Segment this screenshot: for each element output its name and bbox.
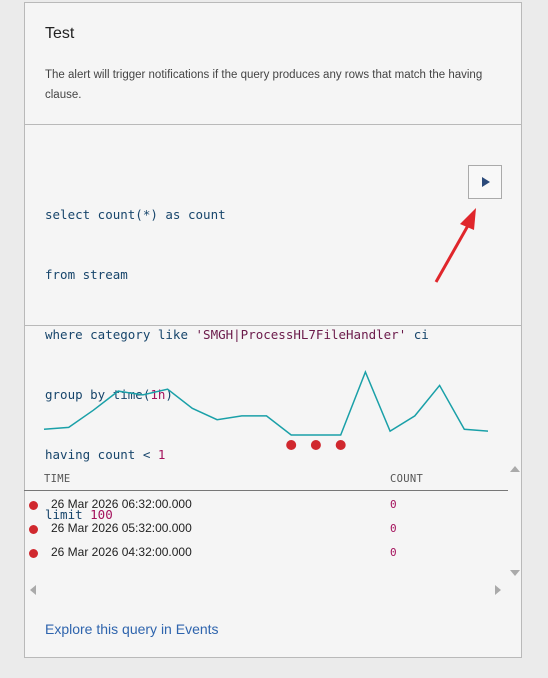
query-string-literal: 'SMGH|ProcessHL7FileHandler' (195, 327, 407, 342)
alert-dot-icon (29, 549, 38, 558)
alert-results-chart (43, 370, 488, 450)
row-count: 0 (390, 498, 397, 511)
query-text: from stream (45, 267, 128, 282)
row-time: 26 Mar 2026 05:32:00.000 (51, 521, 192, 535)
alert-header-section: Test The alert will trigger notification… (25, 3, 521, 125)
alert-dot-icon (29, 525, 38, 534)
play-icon (482, 177, 490, 187)
alert-description: The alert will trigger notifications if … (45, 69, 483, 101)
chart-series-line (43, 370, 488, 436)
column-header-time[interactable]: TIME (44, 473, 71, 485)
alert-marker-point[interactable] (286, 440, 297, 450)
scroll-up-icon[interactable] (510, 466, 520, 472)
page-title: Test (45, 25, 75, 42)
row-time: 26 Mar 2026 04:32:00.000 (51, 545, 192, 559)
table-row[interactable]: 26 Mar 2026 06:32:00.000 0 (24, 493, 508, 517)
explore-query-link[interactable]: Explore this query in Events (45, 621, 219, 637)
row-count: 0 (390, 522, 397, 535)
query-text: select count(*) as count (45, 207, 226, 222)
table-header-divider (24, 490, 508, 491)
query-text: ci (406, 327, 429, 342)
row-count: 0 (390, 546, 397, 559)
query-line-2: from stream (45, 265, 429, 285)
row-time: 26 Mar 2026 06:32:00.000 (51, 497, 192, 511)
alert-marker-point[interactable] (310, 440, 321, 450)
query-text: where category like (45, 327, 196, 342)
query-line-1: select count(*) as count (45, 205, 429, 225)
alert-dot-icon (29, 501, 38, 510)
scroll-right-icon[interactable] (495, 585, 501, 595)
query-line-3: where category like 'SMGH|ProcessHL7File… (45, 325, 429, 345)
column-header-count[interactable]: COUNT (390, 473, 423, 485)
table-row[interactable]: 26 Mar 2026 04:32:00.000 0 (24, 541, 508, 565)
alert-marker-point[interactable] (335, 440, 346, 450)
table-row[interactable]: 26 Mar 2026 05:32:00.000 0 (24, 517, 508, 541)
scroll-down-icon[interactable] (510, 570, 520, 576)
red-arrow-annotation (434, 208, 476, 283)
scroll-left-icon[interactable] (30, 585, 36, 595)
run-query-button[interactable] (468, 165, 502, 199)
